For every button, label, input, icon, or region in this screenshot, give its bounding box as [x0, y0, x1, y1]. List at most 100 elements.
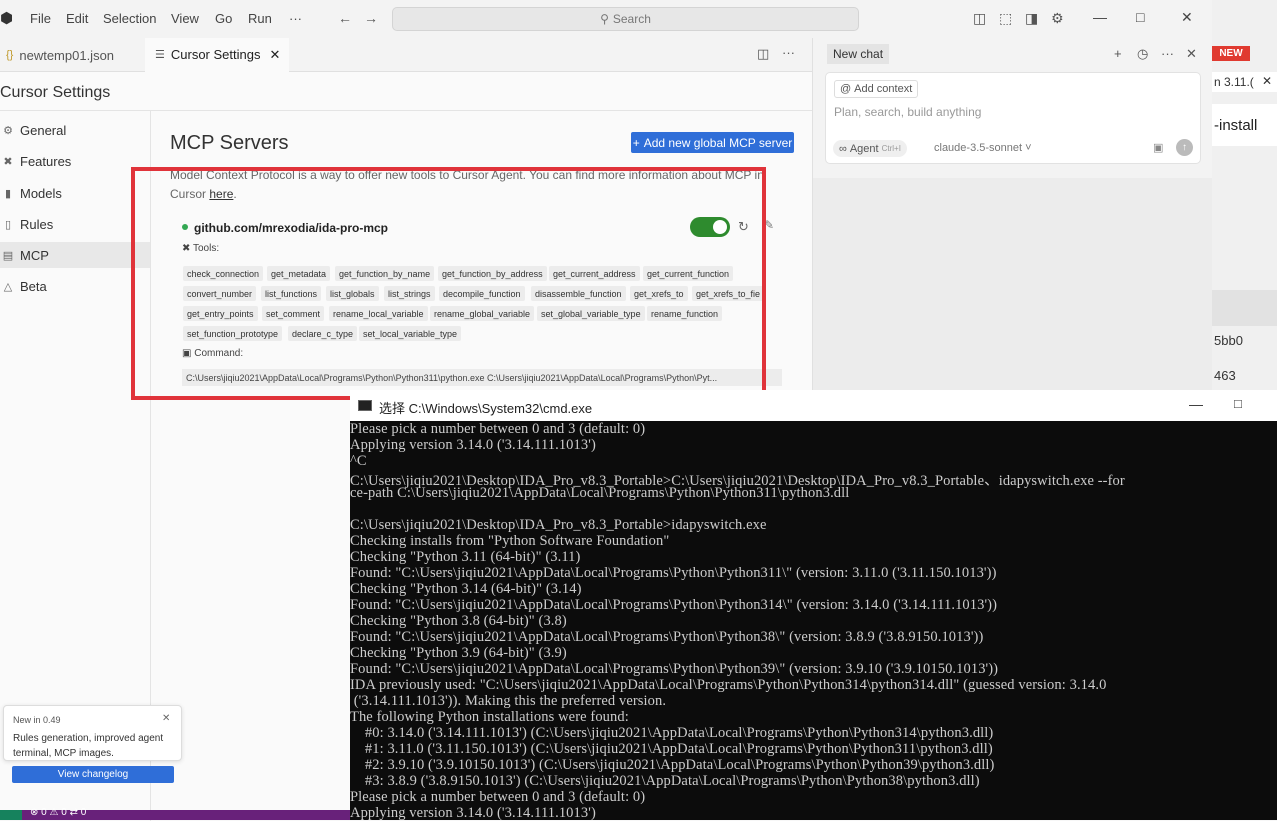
back-arrow-icon[interactable]: ←	[338, 10, 352, 26]
sidebar-item-general[interactable]: ⚙ General	[0, 117, 150, 143]
sidebar-item-label: Beta	[20, 278, 47, 294]
update-toast: New in 0.49 ✕ Rules generation, improved…	[3, 705, 182, 761]
chart-icon: ▮	[4, 187, 12, 200]
mode-label: Agent	[849, 142, 879, 155]
new-badge: NEW	[1212, 46, 1250, 61]
add-context-button[interactable]: @ Add context	[834, 80, 919, 98]
menu-selection[interactable]: Selection	[103, 11, 156, 26]
console-line: Found: "C:\Users\jiqiu2021\AppData\Local…	[350, 565, 997, 581]
console-line: The following Python installations were …	[350, 709, 629, 725]
tab-label: Cursor Settings	[170, 47, 261, 62]
toggle-sidebar-icon[interactable]: ◫	[973, 10, 986, 27]
more-actions-icon[interactable]: ···	[782, 45, 795, 60]
menu-edit[interactable]: Edit	[66, 11, 88, 26]
close-window-icon[interactable]: ✕	[1181, 9, 1193, 26]
problems-count[interactable]: ⊗ 0 ⚠ 0 ⇄ 0	[30, 807, 86, 818]
button-label: Add new global MCP server	[643, 135, 793, 150]
window-title: 选择 C:\Windows\System32\cmd.exe	[379, 401, 593, 416]
sidebar-item-label: Models	[20, 185, 62, 201]
sidebar-item-mcp[interactable]: ▤ MCP	[0, 242, 150, 268]
highlight-box	[131, 167, 766, 400]
chevron-down-icon: ˅	[1025, 142, 1032, 154]
sidebar-item-models[interactable]: ▮ Models	[0, 180, 150, 206]
tools-icon: ✖	[3, 155, 13, 168]
command-search[interactable]: ⚲ Search	[392, 7, 859, 31]
menu-view[interactable]: View	[171, 11, 199, 26]
close-icon[interactable]: ✕	[1186, 46, 1197, 62]
console-line: C:\Users\jiqiu2021\Desktop\IDA_Pro_v8.3_…	[350, 517, 767, 533]
sidebar-item-label: Rules	[20, 216, 54, 232]
gear-icon: ⚙	[3, 124, 13, 137]
console-line: Checking "Python 3.9 (64-bit)" (3.9)	[350, 645, 567, 661]
console-line: Applying version 3.14.0 ('3.14.111.1013'…	[350, 805, 596, 820]
tab-new-chat[interactable]: New chat	[827, 44, 890, 64]
gear-icon[interactable]: ⚙	[1051, 10, 1064, 27]
console-line: Checking installs from "Python Software …	[350, 533, 670, 549]
history-icon[interactable]: ◷	[1137, 46, 1148, 62]
menu-run[interactable]: Run	[248, 11, 272, 26]
chat-composer: @ Add context ∞ Agent Ctrl+I claude-3.5-…	[825, 72, 1201, 164]
background-text: 463	[1214, 368, 1236, 383]
image-icon[interactable]: ▣	[1153, 141, 1163, 154]
cmd-window: 选择 C:\Windows\System32\cmd.exe — □ Pleas…	[350, 390, 1277, 820]
mode-shortcut: Ctrl+I	[881, 144, 901, 153]
toggle-secondary-sidebar-icon[interactable]: ◨	[1025, 10, 1038, 27]
plus-icon[interactable]: +	[1114, 46, 1122, 61]
cursor-logo-icon: ⬢	[0, 10, 14, 27]
model-label: claude-3.5-sonnet	[934, 142, 1023, 154]
search-placeholder: Search	[612, 12, 651, 26]
console-line: Checking "Python 3.8 (64-bit)" (3.8)	[350, 613, 567, 629]
toggle-panel-icon[interactable]: ⬚	[999, 10, 1012, 27]
forward-arrow-icon[interactable]: →	[364, 10, 378, 26]
close-icon[interactable]: ✕	[162, 713, 170, 724]
toast-body: Rules generation, improved agent termina…	[13, 733, 164, 759]
chat-input[interactable]	[834, 105, 1174, 119]
button-label: Add context	[854, 83, 913, 95]
settings-sliders-icon: ☰	[155, 49, 165, 61]
title-bar: ⬢ File Edit Selection View Go Run ··· ← …	[0, 0, 1212, 38]
console-line: ('3.14.111.1013')). Making this the pref…	[350, 693, 667, 709]
plus-icon: +	[632, 135, 640, 150]
menu-file[interactable]: File	[30, 11, 51, 26]
sidebar-item-rules[interactable]: ▯ Rules	[0, 211, 150, 237]
sidebar-item-label: MCP	[20, 247, 49, 263]
view-changelog-button[interactable]: View changelog	[12, 766, 174, 783]
model-select[interactable]: claude-3.5-sonnet ˅	[934, 142, 1032, 154]
menu-go[interactable]: Go	[215, 11, 232, 26]
console-line: IDA previously used: "C:\Users\jiqiu2021…	[350, 677, 1107, 693]
flask-icon: △	[3, 280, 13, 293]
console-line: #2: 3.9.10 ('3.9.10150.1013') (C:\Users\…	[350, 757, 995, 773]
minimize-icon[interactable]: —	[1189, 396, 1203, 412]
sidebar-item-label: General	[20, 122, 67, 138]
agent-mode-button[interactable]: ∞ Agent Ctrl+I	[833, 140, 907, 157]
sidebar-item-beta[interactable]: △ Beta	[0, 273, 150, 299]
maximize-icon[interactable]: □	[1234, 396, 1242, 411]
split-editor-icon[interactable]: ◫	[757, 46, 769, 62]
console-line: #1: 3.11.0 ('3.11.150.1013') (C:\Users\j…	[350, 741, 993, 757]
add-mcp-server-button[interactable]: + Add new global MCP server	[631, 132, 794, 153]
sidebar-item-features[interactable]: ✖ Features	[0, 148, 150, 174]
send-button[interactable]: ↑	[1176, 139, 1193, 156]
console-line: Applying version 3.14.0 ('3.14.111.1013'…	[350, 437, 596, 453]
cmd-title-bar[interactable]: 选择 C:\Windows\System32\cmd.exe — □	[350, 390, 1277, 421]
maximize-icon[interactable]: □	[1136, 9, 1144, 25]
tab-cursor-settings[interactable]: ☰ Cursor Settings ✕	[145, 38, 289, 72]
console-output[interactable]: Please pick a number between 0 and 3 (de…	[350, 421, 1277, 820]
background-row	[1212, 290, 1277, 326]
console-line: ^C	[350, 453, 367, 469]
background-text: 5bb0	[1214, 333, 1243, 348]
console-line: #3: 3.8.9 ('3.8.9150.1013') (C:\Users\ji…	[350, 773, 980, 789]
section-title: MCP Servers	[170, 132, 289, 154]
close-icon[interactable]: ✕	[1262, 74, 1272, 88]
more-icon[interactable]: ···	[1161, 46, 1174, 61]
remote-indicator[interactable]	[0, 810, 22, 820]
minimize-icon[interactable]: —	[1093, 9, 1107, 25]
status-bar: ⊗ 0 ⚠ 0 ⇄ 0	[0, 807, 350, 820]
menu-more[interactable]: ···	[289, 11, 302, 26]
console-line: Found: "C:\Users\jiqiu2021\AppData\Local…	[350, 661, 999, 677]
close-tab-icon[interactable]: ✕	[269, 47, 280, 63]
background-text: -install	[1212, 104, 1277, 146]
chat-panel: New chat + ◷ ··· ✕ @ Add context ∞ Agent…	[812, 38, 1213, 390]
sidebar-item-label: Features	[20, 153, 72, 169]
tab-newtemp01-json[interactable]: {} newtemp01.json	[0, 38, 140, 72]
